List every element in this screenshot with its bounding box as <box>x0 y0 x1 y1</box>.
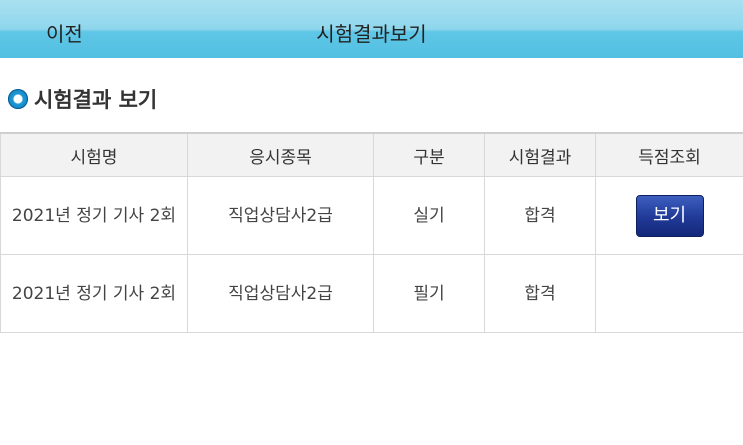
column-header-result: 시험결과 <box>484 132 596 177</box>
type-cell: 필기 <box>373 254 485 333</box>
column-header-score-lookup: 득점조회 <box>595 132 743 177</box>
bullet-icon <box>8 89 28 109</box>
view-score-button[interactable]: 보기 <box>635 194 704 237</box>
section-title: 시험결과 보기 <box>34 88 158 112</box>
results-table: 시험명 응시종목 구분 시험결과 득점조회 2021년 정기 기사 2회 직업상… <box>0 132 743 333</box>
page-title: 시험결과보기 <box>316 22 427 46</box>
column-header-type: 구분 <box>373 132 485 177</box>
top-bar: 이전 시험결과보기 <box>0 0 743 58</box>
result-cell: 합격 <box>484 176 596 255</box>
section-header: 시험결과 보기 <box>8 84 157 114</box>
exam-name-cell: 2021년 정기 기사 2회 <box>0 176 188 255</box>
type-cell: 실기 <box>373 176 485 255</box>
table-row: 2021년 정기 기사 2회 직업상담사2급 실기 합격 보기 <box>0 176 743 255</box>
table-header-row: 시험명 응시종목 구분 시험결과 득점조회 <box>0 132 743 177</box>
column-header-exam: 시험명 <box>0 132 188 177</box>
column-header-subject: 응시종목 <box>187 132 374 177</box>
subject-cell: 직업상담사2급 <box>187 254 374 333</box>
score-lookup-cell <box>595 254 743 333</box>
exam-name-cell: 2021년 정기 기사 2회 <box>0 254 188 333</box>
score-lookup-cell: 보기 <box>595 176 743 255</box>
result-cell: 합격 <box>484 254 596 333</box>
table-row: 2021년 정기 기사 2회 직업상담사2급 필기 합격 <box>0 254 743 333</box>
subject-cell: 직업상담사2급 <box>187 176 374 255</box>
